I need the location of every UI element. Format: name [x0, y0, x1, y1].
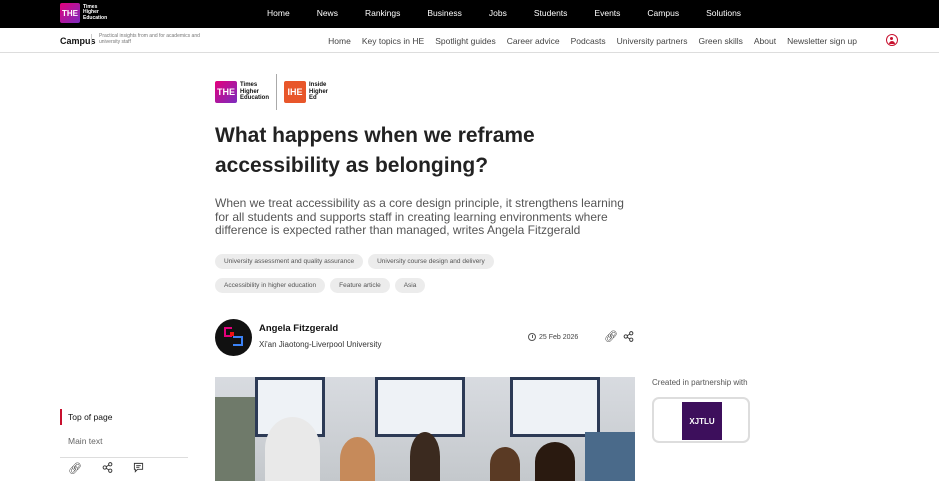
publish-date: 25 Feb 2026 [528, 333, 578, 341]
link-icon[interactable]: 🔗︎ [68, 462, 82, 476]
section-nav: Home Key topics in HE Spotlight guides C… [317, 36, 857, 46]
tag-assessment[interactable]: University assessment and quality assura… [215, 254, 364, 269]
avatar[interactable] [215, 319, 252, 356]
the-partner-mark: THE [215, 81, 237, 103]
table-of-contents: Top of page Main text [60, 409, 188, 458]
the-partner-text: Times Higher Education [240, 82, 270, 102]
ihe-partner-text: Inside Higher Ed [309, 82, 329, 102]
nav-business[interactable]: Business [427, 8, 462, 18]
the-logo-mark: THE [60, 3, 80, 23]
nav-news[interactable]: News [317, 8, 338, 18]
the-logo[interactable]: THE Times Higher Education [60, 3, 107, 23]
nav-students[interactable]: Students [534, 8, 568, 18]
subnav-newsletter[interactable]: Newsletter sign up [787, 36, 857, 46]
subnav-podcasts[interactable]: Podcasts [571, 36, 606, 46]
author-name[interactable]: Angela Fitzgerald [259, 323, 338, 334]
publish-date-text: 25 Feb 2026 [539, 333, 579, 341]
nav-home[interactable]: Home [267, 8, 290, 18]
hero-image [215, 377, 635, 481]
nav-jobs[interactable]: Jobs [489, 8, 507, 18]
partnership-label: Created in partnership with [652, 378, 748, 387]
subnav-home[interactable]: Home [328, 36, 351, 46]
primary-nav: Home News Rankings Business Jobs Student… [267, 8, 768, 18]
tag-feature-article[interactable]: Feature article [330, 278, 390, 293]
subnav-career-advice[interactable]: Career advice [507, 36, 560, 46]
tag-accessibility[interactable]: Accessibility in higher education [215, 278, 326, 293]
article-actions: 🔗︎ [599, 331, 634, 345]
article-title: What happens when we reframe accessibili… [215, 124, 535, 177]
logo-divider [276, 74, 278, 110]
author-affiliation: Xi'an Jiaotong-Liverpool University [259, 340, 382, 349]
nav-events[interactable]: Events [594, 8, 620, 18]
toc-actions: 🔗︎ [68, 462, 164, 476]
partner-logo-card[interactable]: XJTLU [652, 397, 750, 443]
user-icon[interactable] [886, 34, 898, 46]
nav-rankings[interactable]: Rankings [365, 8, 400, 18]
section-tagline: Practical insights from and for academic… [91, 33, 201, 45]
toc-divider [60, 457, 188, 458]
subnav-university-partners[interactable]: University partners [617, 36, 688, 46]
section-header: Campus Practical insights from and for a… [0, 28, 939, 53]
article-standfirst: When we treat accessibility as a core de… [215, 196, 624, 237]
partner-logos: THE Times Higher Education IHE Inside Hi… [215, 74, 328, 110]
clock-icon [528, 333, 536, 341]
toc-top-of-page[interactable]: Top of page [60, 409, 188, 425]
subnav-green-skills[interactable]: Green skills [698, 36, 742, 46]
subnav-about[interactable]: About [754, 36, 776, 46]
toc-main-text[interactable]: Main text [60, 433, 188, 449]
nav-campus[interactable]: Campus [647, 8, 679, 18]
subnav-key-topics[interactable]: Key topics in HE [362, 36, 424, 46]
article-tags: University assessment and quality assura… [215, 254, 635, 302]
tag-asia[interactable]: Asia [394, 278, 426, 293]
tag-course-design[interactable]: University course design and delivery [368, 254, 494, 269]
nav-solutions[interactable]: Solutions [706, 8, 741, 18]
comment-icon[interactable] [133, 462, 144, 476]
link-icon[interactable]: 🔗︎ [604, 331, 618, 345]
the-logo-text: Times Higher Education [83, 3, 108, 21]
share-icon[interactable] [623, 331, 634, 345]
subnav-spotlight-guides[interactable]: Spotlight guides [435, 36, 496, 46]
share-icon[interactable] [102, 462, 113, 476]
author-block: Angela Fitzgerald Xi'an Jiaotong-Liverpo… [215, 319, 635, 356]
xjtlu-logo: XJTLU [682, 402, 722, 440]
ihe-partner-mark: IHE [284, 81, 307, 103]
top-nav-bar: THE Times Higher Education Home News Ran… [0, 0, 939, 28]
